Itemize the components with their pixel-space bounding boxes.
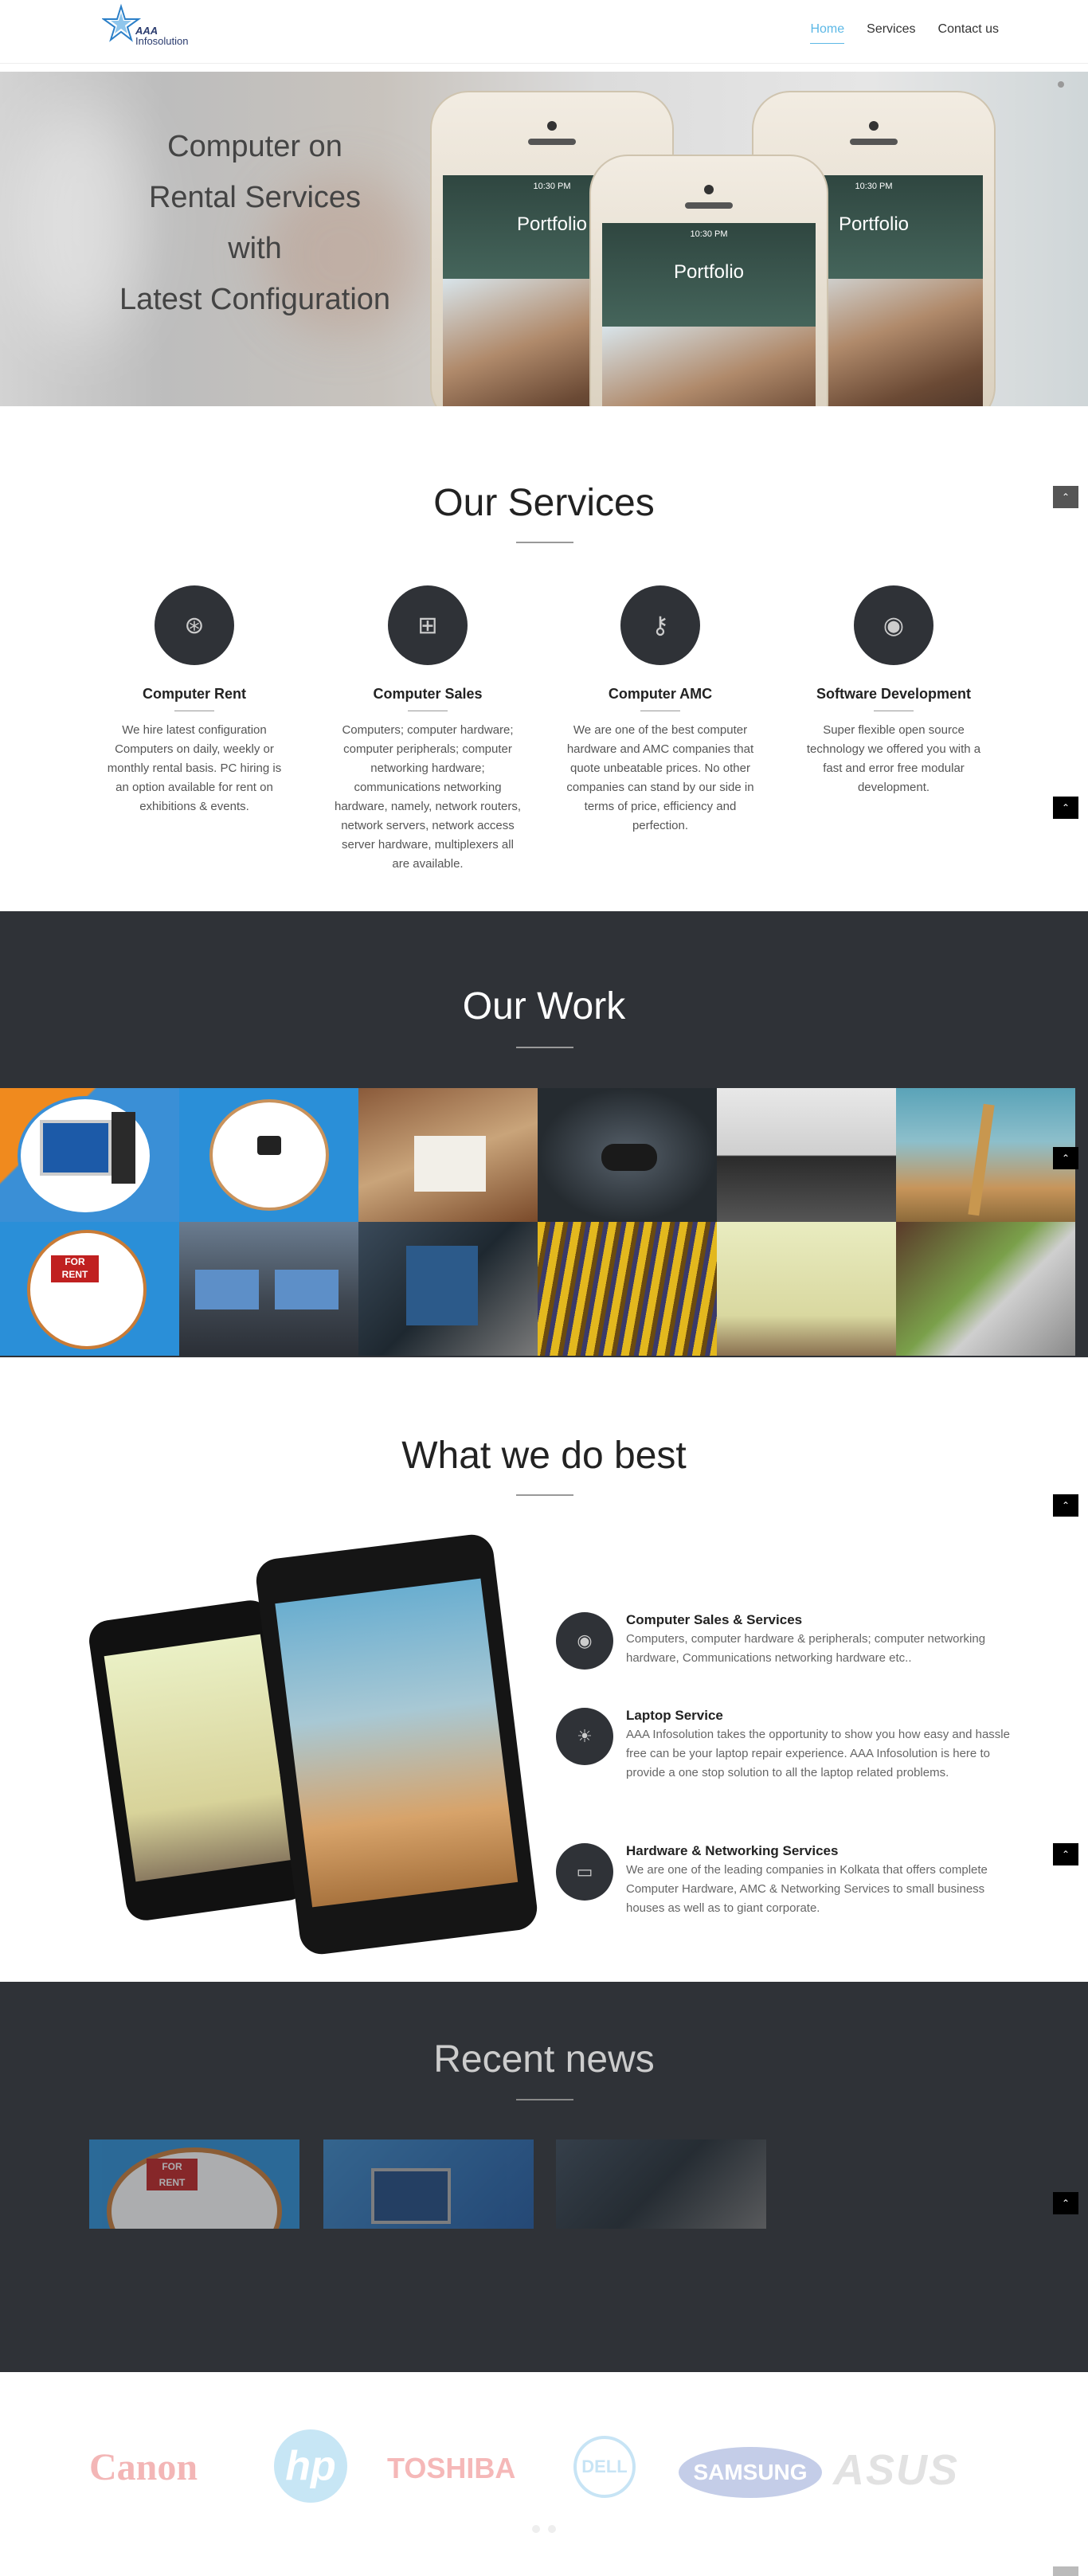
best-title-rule xyxy=(516,1494,573,1496)
service-text: We hire latest configuration Computers o… xyxy=(107,723,282,813)
eye-icon: ◉ xyxy=(556,1612,613,1670)
service-text: Computers; computer hardware; computer p… xyxy=(335,723,521,871)
phone-time: 10:30 PM xyxy=(690,229,728,239)
portfolio-item-beach[interactable] xyxy=(717,1222,896,1356)
service-computer-rent: ⊛ Computer Rent We hire latest configura… xyxy=(91,585,298,816)
gift-icon: ⊞ xyxy=(388,585,468,665)
portfolio-item-desk[interactable] xyxy=(358,1088,538,1222)
slider-dot[interactable] xyxy=(1058,81,1064,88)
brand-hp: hp xyxy=(274,2429,347,2503)
portfolio-item-computer[interactable] xyxy=(0,1088,179,1222)
portfolio-item-motherboard[interactable] xyxy=(358,1222,538,1356)
portfolio-item-cables[interactable] xyxy=(538,1222,717,1356)
lightbulb-icon: ☀ xyxy=(556,1708,613,1765)
service-computer-amc: ⚷ Computer AMC We are one of the best co… xyxy=(557,585,764,836)
logo[interactable]: AAA Infosolution xyxy=(100,2,190,53)
portfolio-grid: FOR RENT xyxy=(0,1088,1075,1356)
service-title: Software Development xyxy=(816,686,972,702)
work-title-rule xyxy=(516,1047,573,1048)
news-card[interactable] xyxy=(323,2139,534,2229)
portfolio-item-wheat[interactable] xyxy=(896,1088,1075,1222)
services-title-rule xyxy=(516,542,573,543)
hero-title: Computer on Rental Services with Latest … xyxy=(96,121,414,325)
feature-text: We are one of the leading companies in K… xyxy=(626,1863,988,1915)
main-nav: Home Services Contact us xyxy=(810,22,999,44)
brand-toshiba: TOSHIBA xyxy=(387,2452,516,2484)
phone-mockup-center: 10:30 PM Portfolio xyxy=(589,155,828,406)
feature-title: Computer Sales & Services xyxy=(626,1612,803,1627)
scroll-up-button[interactable]: ⌃ xyxy=(1053,1494,1078,1517)
feature-title: Hardware & Networking Services xyxy=(626,1843,839,1858)
recent-news-section: Recent news FOR RENT ⌃ xyxy=(0,1982,1088,2372)
scroll-up-button[interactable]: ⌃ xyxy=(1053,2192,1078,2214)
service-title: Computer Rent xyxy=(143,686,246,702)
news-title: Recent news xyxy=(433,2038,655,2081)
work-title: Our Work xyxy=(462,985,626,1028)
scroll-up-button[interactable]: ⌃ xyxy=(1053,1147,1078,1169)
scroll-up-button[interactable]: ⌃ xyxy=(1053,1843,1078,1865)
best-title: What we do best xyxy=(401,1435,687,1477)
hero-title-line4: Latest Configuration xyxy=(119,283,391,316)
service-title: Computer AMC xyxy=(608,686,713,702)
news-card[interactable] xyxy=(556,2139,766,2229)
monitor-icon: ▭ xyxy=(556,1843,613,1901)
nav-services[interactable]: Services xyxy=(867,22,915,44)
brand-carousel-dots xyxy=(532,2525,556,2533)
service-title: Computer Sales xyxy=(373,686,483,702)
service-computer-sales: ⊞ Computer Sales Computers; computer har… xyxy=(324,585,531,874)
carousel-dot[interactable] xyxy=(548,2525,556,2533)
portfolio-item-workstation[interactable] xyxy=(179,1222,358,1356)
brand-dell: DELL xyxy=(573,2436,636,2498)
scroll-up-button[interactable] xyxy=(1053,2566,1078,2576)
feature-text: AAA Infosolution takes the opportunity t… xyxy=(626,1728,1010,1779)
tablets-image xyxy=(86,1532,540,1959)
news-card[interactable]: FOR RENT xyxy=(89,2139,299,2229)
portfolio-item-rent-laptop[interactable]: FOR RENT xyxy=(0,1222,179,1356)
hero-banner: Computer on Rental Services with Latest … xyxy=(0,72,1088,406)
steering-wheel-icon: ⊛ xyxy=(155,585,234,665)
our-work-section: Our Work FOR RENT ⌃ xyxy=(0,911,1088,1357)
news-title-rule xyxy=(516,2099,573,2100)
portfolio-item-network[interactable] xyxy=(179,1088,358,1222)
nav-contact[interactable]: Contact us xyxy=(938,22,999,44)
logo-line2: Infosolution xyxy=(135,35,189,47)
portfolio-item-drink-laptop[interactable] xyxy=(896,1222,1075,1356)
feature-text: Computers, computer hardware & periphera… xyxy=(626,1632,986,1665)
service-text: Super flexible open source technology we… xyxy=(806,723,981,794)
portfolio-item-turntable[interactable] xyxy=(717,1088,896,1222)
service-text: We are one of the best computer hardware… xyxy=(566,723,754,832)
eye-icon: ◉ xyxy=(854,585,933,665)
hero-title-line3: with xyxy=(228,232,282,265)
scroll-up-button[interactable]: ⌃ xyxy=(1053,797,1078,819)
brand-logos: Canon hp TOSHIBA DELL SAMSUNG ASUS xyxy=(80,2421,996,2525)
portfolio-item-gamepad[interactable] xyxy=(538,1088,717,1222)
services-title: Our Services xyxy=(433,482,655,524)
carousel-dot[interactable] xyxy=(532,2525,540,2533)
brand-asus: ASUS xyxy=(833,2446,960,2494)
service-software-development: ◉ Software Development Super flexible op… xyxy=(790,585,997,797)
scroll-up-button[interactable]: ⌃ xyxy=(1053,486,1078,508)
feature-title: Laptop Service xyxy=(626,1708,723,1723)
hero-title-line2: Rental Services xyxy=(148,181,362,214)
hero-title-line1: Computer on xyxy=(167,130,342,163)
nav-home[interactable]: Home xyxy=(810,22,845,44)
site-header: AAA Infosolution Home Services Contact u… xyxy=(0,0,1088,64)
key-icon: ⚷ xyxy=(620,585,700,665)
brand-samsung: SAMSUNG xyxy=(679,2447,822,2498)
brand-canon: Canon xyxy=(89,2446,198,2488)
phone-title: Portfolio xyxy=(673,261,745,283)
